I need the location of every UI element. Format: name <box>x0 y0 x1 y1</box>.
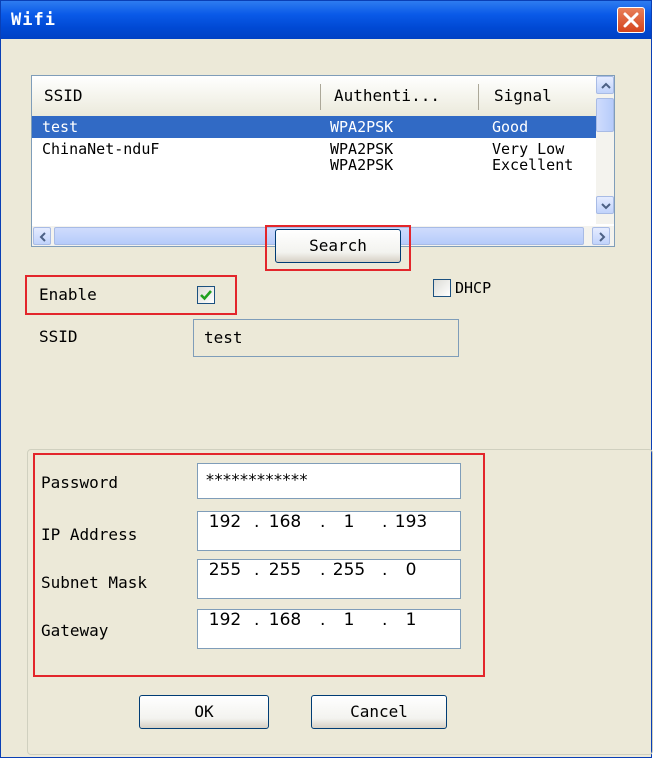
dialog-content: SSID Authenti... Signal test WPA2PSK Goo… <box>5 39 653 755</box>
chevron-right-icon <box>599 232 606 242</box>
wifi-dialog: Wifi SSID Authenti... Signal test WPA2PS… <box>0 0 653 758</box>
scroll-right-button[interactable] <box>592 227 610 245</box>
scroll-left-button[interactable] <box>33 227 51 245</box>
chevron-down-icon <box>601 203 611 210</box>
mask-octet: 255 <box>208 560 242 580</box>
gateway-octet: 1 <box>405 610 417 630</box>
column-divider[interactable] <box>320 84 321 110</box>
gateway-octet: 192 <box>208 610 242 630</box>
dhcp-checkbox[interactable] <box>433 279 451 297</box>
ip-separator: . <box>382 512 388 532</box>
gateway-label: Gateway <box>41 621 109 640</box>
list-header: SSID Authenti... Signal <box>32 76 597 117</box>
mask-octet: 255 <box>332 560 366 580</box>
password-field[interactable]: ************ <box>197 463 461 499</box>
search-button[interactable]: Search <box>275 229 401 263</box>
column-header-ssid[interactable]: SSID <box>44 76 83 116</box>
ip-address-label: IP Address <box>41 525 138 544</box>
ip-separator: . <box>382 560 388 580</box>
column-header-signal[interactable]: Signal <box>494 76 552 116</box>
ip-octet: 193 <box>394 512 428 532</box>
ip-separator: . <box>254 560 260 580</box>
vertical-scrollbar[interactable] <box>596 76 614 224</box>
enable-checkbox[interactable] <box>197 286 215 304</box>
row-auth: WPA2PSK <box>330 156 394 174</box>
chevron-left-icon <box>39 232 46 242</box>
list-item[interactable]: test WPA2PSK Good <box>32 116 597 138</box>
row-signal: Good <box>492 118 529 136</box>
dhcp-label: DHCP <box>455 279 492 297</box>
list-item[interactable]: WPA2PSK Excellent <box>32 154 597 176</box>
scroll-up-button[interactable] <box>596 76 614 94</box>
ip-separator: . <box>320 610 326 630</box>
row-signal: Excellent <box>492 156 574 174</box>
vertical-scroll-thumb[interactable] <box>596 98 614 132</box>
column-divider[interactable] <box>478 84 479 110</box>
ip-separator: . <box>254 512 260 532</box>
ip-separator: . <box>320 512 326 532</box>
subnet-mask-label: Subnet Mask <box>41 573 147 592</box>
row-ssid: test <box>42 118 79 136</box>
enable-label: Enable <box>39 285 97 304</box>
cancel-button[interactable]: Cancel <box>311 695 447 729</box>
ip-separator: . <box>320 560 326 580</box>
close-icon <box>623 12 639 28</box>
ip-separator: . <box>254 610 260 630</box>
gateway-octet: 168 <box>268 610 302 630</box>
ip-separator: . <box>382 610 388 630</box>
mask-octet: 255 <box>268 560 302 580</box>
gateway-field[interactable]: 192 . 168 . 1 . 1 <box>197 609 461 649</box>
ip-octet: 192 <box>208 512 242 532</box>
ssid-label: SSID <box>39 327 78 346</box>
window-title: Wifi <box>11 10 56 30</box>
scroll-down-button[interactable] <box>596 196 614 214</box>
ip-octet: 1 <box>343 512 355 532</box>
checkmark-icon <box>200 290 212 301</box>
subnet-mask-field[interactable]: 255 . 255 . 255 . 0 <box>197 559 461 599</box>
close-button[interactable] <box>617 7 645 33</box>
password-label: Password <box>41 473 119 492</box>
title-bar[interactable]: Wifi <box>1 1 651 39</box>
ok-button[interactable]: OK <box>139 695 269 729</box>
gateway-octet: 1 <box>343 610 355 630</box>
column-header-authentication[interactable]: Authenti... <box>334 76 440 116</box>
row-auth: WPA2PSK <box>330 118 394 136</box>
ip-octet: 168 <box>268 512 302 532</box>
ssid-field[interactable]: test <box>193 319 459 357</box>
ip-address-field[interactable]: 192 . 168 . 1 . 193 <box>197 511 461 551</box>
list-rows: test WPA2PSK Good ChinaNet-nduF WPA2PSK … <box>32 116 597 224</box>
network-list[interactable]: SSID Authenti... Signal test WPA2PSK Goo… <box>31 75 615 247</box>
chevron-up-icon <box>601 82 611 89</box>
mask-octet: 0 <box>405 560 417 580</box>
